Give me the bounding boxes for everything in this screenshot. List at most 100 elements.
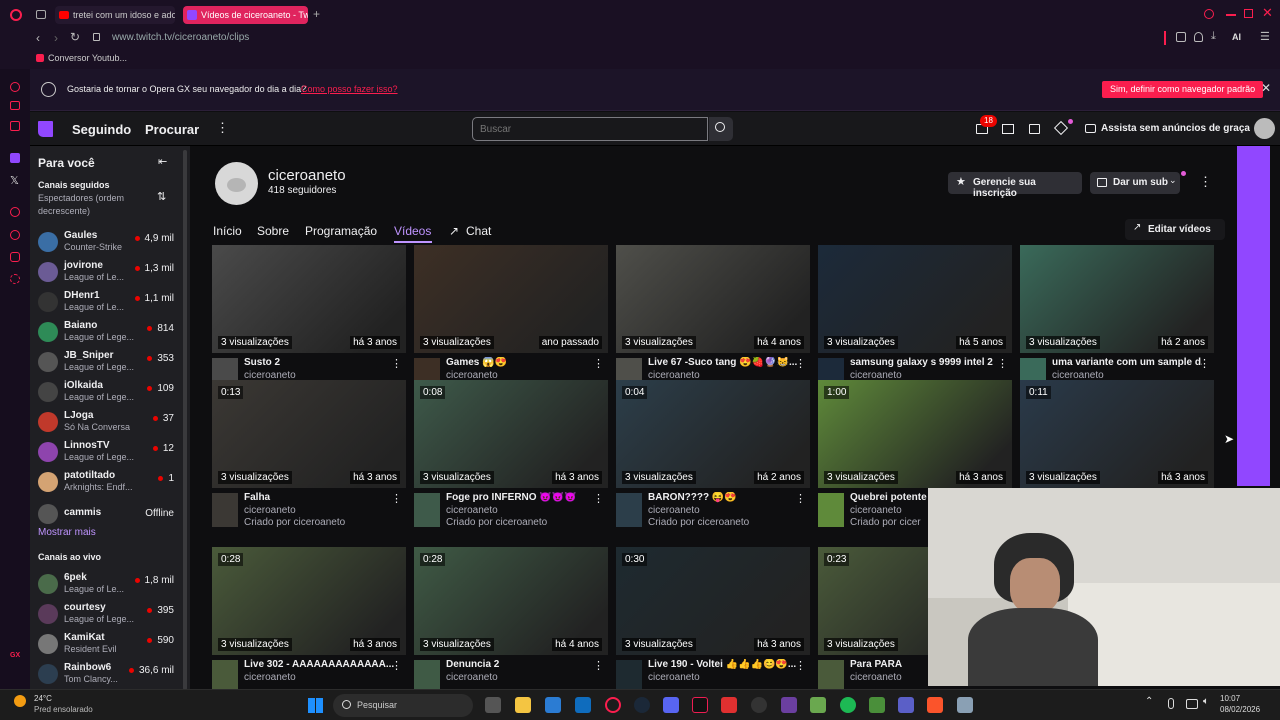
clip-more-icon[interactable]: ⋮ [795,659,806,672]
channel-item[interactable]: iOlkaida League of Lege... 109 [30,379,180,409]
nav-browse[interactable]: Procurar [145,122,199,137]
clip-card[interactable]: 0:08 3 visualizações há 3 anos Foge pro INF… [414,380,608,535]
ad-free-promo[interactable]: Assista sem anúncios de graça [1101,123,1250,134]
clip-card[interactable]: 3 visualizações há 4 anos Live 67 -Suco ta… [616,245,810,400]
file-explorer-icon[interactable] [515,697,531,713]
clip-card[interactable]: 3 visualizações há 3 anos Susto 2 ciceroane… [212,245,406,400]
clip-thumbnail[interactable]: 0:28 3 visualizações há 4 anos [414,547,608,655]
clip-thumbnail[interactable]: 3 visualizações há 3 anos [212,245,406,353]
clip-card[interactable]: 3 visualizações ano passado Games 😱😍 cicero… [414,245,608,400]
clip-thumbnail[interactable]: 0:13 3 visualizações há 3 anos [212,380,406,488]
app-icon[interactable] [781,697,797,713]
browser-tab-1[interactable]: tretei com um idoso e ado [55,6,175,24]
channel-item[interactable]: LJoga Só Na Conversa 37 [30,409,180,439]
clip-title[interactable]: Susto 2 [244,357,394,368]
bookmark-item[interactable]: Conversor Youtub... [48,53,127,63]
channel-avatar[interactable] [215,162,258,205]
sidebar-player-icon[interactable] [10,207,20,217]
weather-icon[interactable] [14,695,26,707]
tab-0[interactable]: Início [213,224,242,238]
clip-more-icon[interactable]: ⋮ [391,492,402,505]
nav-more-icon[interactable]: ⋮ [216,120,229,136]
app-icon[interactable] [751,697,767,713]
clip-channel[interactable]: ciceroaneto [648,505,700,516]
brave-icon[interactable] [927,697,943,713]
clip-channel[interactable]: ciceroaneto [850,672,902,683]
sidebar-x-icon[interactable]: 𝕏 [10,174,19,187]
clip-thumbnail[interactable]: 0:11 3 visualizações há 3 anos [1020,380,1214,488]
close-window-icon[interactable]: ✕ [1262,5,1273,21]
clip-thumbnail[interactable]: 0:08 3 visualizações há 3 anos [414,380,608,488]
minecraft-icon[interactable] [869,697,885,713]
clip-title[interactable]: Live 302 - AAAAAAAAAAAAA... [244,659,394,670]
extensions-icon[interactable] [1176,32,1186,42]
clip-thumbnail[interactable]: 3 visualizações há 2 anos [1020,245,1214,353]
channel-item[interactable]: DHenr1 League of Le... 1,1 mil [30,289,180,319]
clip-card[interactable]: 3 visualizações há 2 anos uma variante com… [1020,245,1214,400]
channel-item[interactable]: jovirone League of Le... 1,3 mil [30,259,180,289]
tab-2[interactable]: Programação [305,224,377,238]
sidebar-settings-icon[interactable] [10,274,20,284]
browser-tab-2-active[interactable]: Vídeos de ciceroaneto - Tw [183,6,308,24]
opera-logo-icon[interactable] [10,9,22,21]
back-icon[interactable]: ‹ [36,31,40,45]
channel-item[interactable]: courtesy League of Lege... 395 [30,601,180,631]
clip-creator[interactable]: Criado por ciceroaneto [244,517,345,528]
sidebar-news-icon[interactable] [10,121,20,131]
game-boxart[interactable] [818,493,844,527]
clip-card[interactable]: 0:28 3 visualizações há 4 anos Denuncia 2 ci… [414,547,608,695]
channel-item[interactable]: JB_Sniper League of Lege... 353 [30,349,180,379]
notifications-icon[interactable] [1029,124,1040,134]
clip-card[interactable]: 0:30 3 visualizações há 3 anos Live 190 - V… [616,547,810,695]
clip-channel[interactable]: ciceroaneto [446,672,498,683]
clock-date[interactable]: 08/02/2026 [1220,705,1260,714]
clip-more-icon[interactable]: ⋮ [593,357,604,370]
clip-card[interactable]: 0:04 3 visualizações há 2 anos BARON???? 😝😍… [616,380,810,535]
crown-icon[interactable] [1053,120,1069,136]
clip-title[interactable]: uma variante com um sample d... [1052,357,1202,368]
clip-channel[interactable]: ciceroaneto [244,505,296,516]
clip-channel[interactable]: ciceroaneto [850,505,902,516]
channel-item[interactable]: patotiltado Arknights: Endf... 1 [30,469,180,499]
clip-title[interactable]: Live 190 - Voltei 👍👍👍😊😍... [648,659,798,670]
tab-3[interactable]: Vídeos [394,224,431,238]
opera-gx-taskbar-icon[interactable] [605,697,621,713]
channel-item[interactable]: Baiano League of Lege... 814 [30,319,180,349]
close-icon[interactable]: ✕ [1261,81,1271,95]
clip-thumbnail[interactable]: 1:00 3 visualizações há 3 anos [818,380,1012,488]
discord-icon[interactable] [663,697,679,713]
game-boxart[interactable] [414,493,440,527]
task-view-icon[interactable] [485,697,501,713]
sidebar-gx-icon[interactable] [10,101,20,110]
tab-manager-icon[interactable] [36,10,46,19]
sidebar-twitch-icon[interactable] [10,153,20,163]
minimize-icon[interactable] [1226,14,1236,16]
channel-item[interactable]: 6pek League of Le... 1,8 mil [30,571,180,601]
clip-more-icon[interactable]: ⋮ [391,659,402,672]
app-icon[interactable] [810,697,826,713]
clip-more-icon[interactable]: ⋮ [593,659,604,672]
gift-sub-button[interactable]: Dar um sub ⌄ [1090,172,1180,194]
text-app-icon[interactable] [721,697,737,713]
mic-icon[interactable] [1168,698,1174,709]
sort-icon[interactable]: ⇅ [157,190,166,203]
clip-title[interactable]: Live 67 -Suco tang 😍🍓🔮😸... [648,357,798,368]
taskbar-search[interactable]: Pesquisar [333,694,473,717]
clip-thumbnail[interactable]: 3 visualizações há 4 anos [616,245,810,353]
tray-chevron-icon[interactable]: ⌃ [1145,696,1153,707]
reload-icon[interactable]: ↻ [70,30,80,44]
clip-thumbnail[interactable]: 0:04 3 visualizações há 2 anos [616,380,810,488]
channel-item[interactable]: KamiKat Resident Evil 590 [30,631,180,661]
channel-item[interactable]: Rainbow6 Tom Clancy... 36,6 mil [30,661,180,691]
download-icon[interactable]: ⤓ [1211,30,1216,43]
clip-more-icon[interactable]: ⋮ [593,492,604,505]
profile-icon[interactable] [1194,32,1203,42]
app-icon[interactable] [898,697,914,713]
store-icon[interactable] [545,697,561,713]
ai-button[interactable]: AI [1232,32,1241,42]
clip-thumbnail[interactable]: 3 visualizações há 5 anos [818,245,1012,353]
sidebar-scrollbar[interactable] [183,150,187,690]
collapse-sidebar-icon[interactable]: ⇤ [158,155,167,168]
whispers-icon[interactable] [1002,124,1014,134]
forward-icon[interactable]: › [54,31,58,45]
